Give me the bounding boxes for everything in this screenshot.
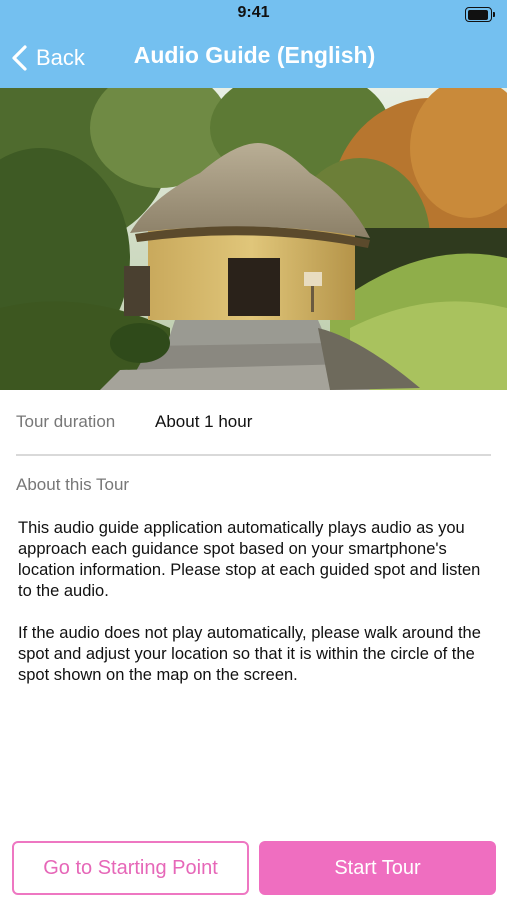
tour-description: This audio guide application automatical… <box>18 518 488 707</box>
tour-duration-label: Tour duration <box>16 412 116 431</box>
description-paragraph: This audio guide application automatical… <box>18 519 481 600</box>
about-title: About this Tour <box>16 475 130 494</box>
tour-duration-row: Tour duration About 1 hour <box>16 412 491 436</box>
navigation-bar: 9:41 Back Audio Guide (English) <box>0 0 507 88</box>
description-paragraph: If the audio does not play automatically… <box>18 624 481 684</box>
tour-duration-value: About 1 hour <box>155 412 253 431</box>
go-to-starting-point-button[interactable]: Go to Starting Point <box>12 841 249 895</box>
page-title: Audio Guide (English) <box>133 42 376 68</box>
status-time: 9:41 <box>237 4 270 21</box>
divider <box>16 454 491 456</box>
hero-image <box>0 88 507 390</box>
start-tour-button[interactable]: Start Tour <box>259 841 496 895</box>
battery-icon <box>465 7 495 22</box>
